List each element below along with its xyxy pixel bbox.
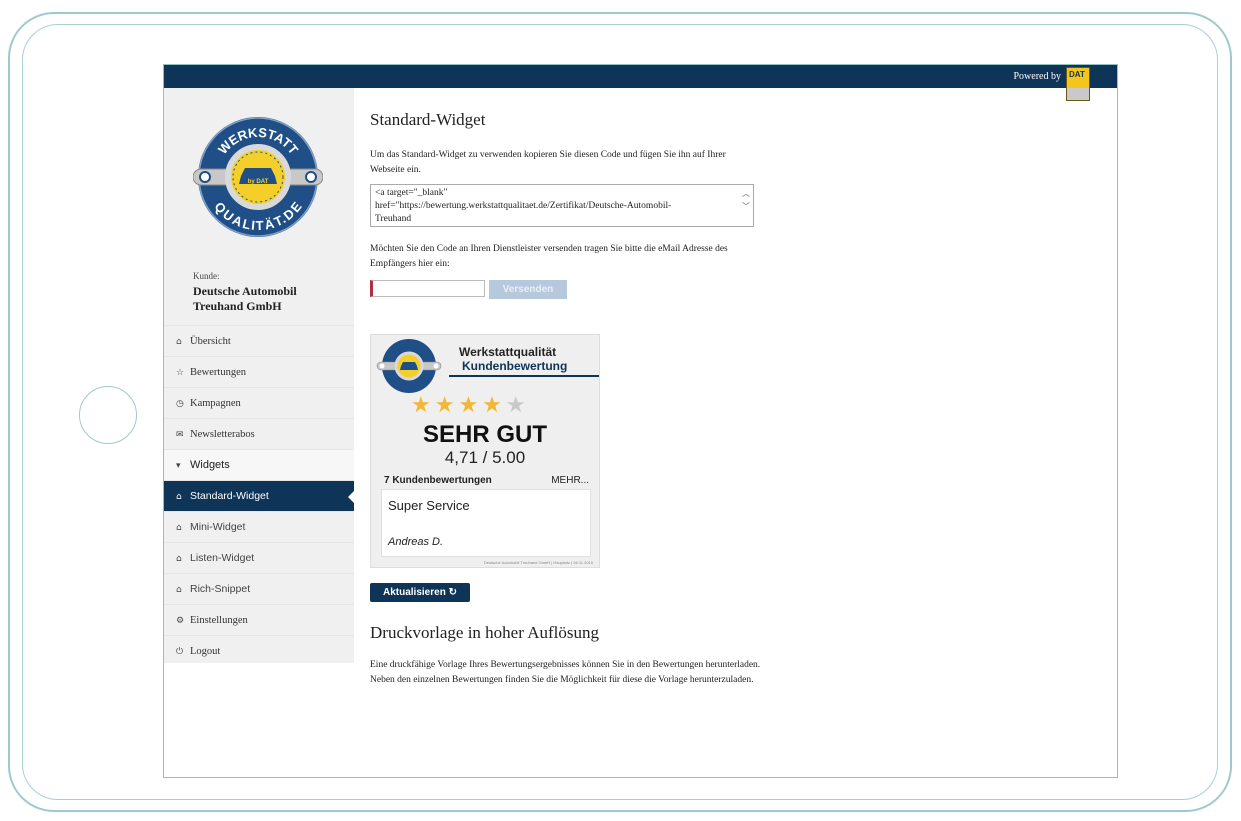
sidebar-item-label: Bewertungen (190, 367, 246, 378)
send-button[interactable]: Versenden (489, 280, 567, 299)
sidebar-item-standard-widget[interactable]: ⌂ Standard-Widget (164, 480, 355, 511)
chevron-up-icon[interactable]: ︿ (742, 187, 750, 200)
rating-verdict: SEHR GUT (422, 421, 547, 448)
power-icon: ⏻ (176, 647, 184, 657)
filled-stars: ★★★★ (411, 393, 506, 418)
sidebar-item-widgets[interactable]: ▾ Widgets (164, 449, 354, 480)
caret-down-icon: ▾ (176, 461, 181, 471)
sidebar-item-label: Logout (190, 646, 221, 657)
sidebar-item-label: Mini-Widget (190, 521, 246, 533)
sidebar-nav: ⌂ Übersicht ☆ Bewertungen ◷ Kampagnen ✉ News… (164, 325, 355, 666)
top-bar: Powered by DAT (164, 65, 1117, 101)
sidebar-item-newsletterabos[interactable]: ✉ Newsletterabos (164, 418, 354, 449)
page-title: Standard-Widget (370, 110, 486, 129)
more-link[interactable]: MEHR... (551, 475, 589, 486)
tablet-screen: Powered by DAT by DAT WERKSTATT QUALITÄT… (163, 64, 1118, 778)
envelope-icon: ✉ (176, 430, 184, 440)
recipient-email-input[interactable] (370, 280, 485, 297)
send-instructions: Möchten Sie den Code an Ihren Dienstleis… (370, 244, 728, 269)
sidebar-item-rich-snippet[interactable]: ⌂ Rich-Snippet (164, 573, 354, 604)
sidebar-item-listen-widget[interactable]: ⌂ Listen-Widget (164, 542, 354, 573)
werkstatt-badge-icon (376, 339, 442, 393)
customer-label: Kunde: (193, 271, 220, 281)
rating-widget-preview[interactable]: Werkstattqualität Kundenbewertung ★★★★★ … (370, 334, 600, 568)
refresh-icon: ↻ (448, 587, 457, 598)
home-icon: ⌂ (176, 492, 182, 502)
werkstatt-logo: by DAT WERKSTATT QUALITÄT.DE (192, 114, 324, 240)
sidebar-item-kampagnen[interactable]: ◷ Kampagnen (164, 387, 354, 418)
widget-title-line2: Kundenbewertung (462, 359, 568, 373)
sidebar: by DAT WERKSTATT QUALITÄT.DE Kunde: Deut… (164, 88, 355, 666)
sidebar-item-label: Listen-Widget (190, 552, 255, 564)
sidebar-item-label: Standard-Widget (190, 490, 269, 502)
sidebar-item-einstellungen[interactable]: ⚙ Einstellungen (164, 604, 354, 635)
code-line: <a target="_blank" (375, 188, 448, 198)
partial-star: ★ (505, 393, 530, 418)
intro-text: Um das Standard-Widget zu verwenden kopi… (370, 150, 726, 175)
textarea-scrollbar[interactable]: ︿ ﹀ (742, 187, 750, 213)
powered-by-label: Powered by (1013, 71, 1062, 82)
review-card: Super Service Andreas D. (381, 489, 591, 557)
review-text: Super Service (388, 498, 470, 513)
sidebar-item-logout[interactable]: ⏻ Logout (164, 635, 354, 666)
review-count: 7 Kundenbewertungen (384, 475, 492, 486)
customer-name: Deutsche Automobil Treuhand GmbH (193, 284, 297, 313)
home-icon: ⌂ (176, 523, 182, 533)
gear-icon: ⚙ (176, 616, 185, 626)
star-outline-icon: ☆ (176, 368, 185, 378)
sidebar-item-label: Übersicht (190, 336, 231, 347)
sidebar-item-label: Kampagnen (190, 398, 241, 409)
review-author: Andreas D. (388, 536, 444, 548)
widget-logo (373, 337, 449, 395)
update-button-label: Aktualisieren (383, 587, 446, 598)
sidebar-item-bewertungen[interactable]: ☆ Bewertungen (164, 356, 354, 387)
sidebar-item-mini-widget[interactable]: ⌂ Mini-Widget (164, 511, 354, 542)
widget-title-line1: Werkstattqualität (459, 345, 557, 359)
werkstatt-badge-icon: by DAT WERKSTATT QUALITÄT.DE (192, 117, 324, 237)
rating-score: 4,71 / 5.00 (444, 448, 526, 467)
sidebar-item-label: Rich-Snippet (190, 583, 251, 595)
embed-code-textarea[interactable]: <a target="_blank" href="https://bewertu… (370, 184, 754, 227)
print-section-text: Eine druckfähige Vorlage Ihres Bewertung… (370, 660, 761, 685)
sidebar-item-label: Einstellungen (190, 615, 248, 626)
home-icon: ⌂ (176, 337, 182, 347)
active-indicator-arrow (348, 490, 355, 504)
widget-footer: Deutsche Automobil Treuhand GmbH | Haupt… (483, 560, 593, 565)
home-icon: ⌂ (176, 554, 182, 564)
code-line: Treuhand (375, 214, 412, 224)
dat-logo-text: DAT (1069, 70, 1085, 79)
home-icon: ⌂ (176, 585, 182, 595)
dat-logo-band (1067, 88, 1089, 100)
dat-logo[interactable]: DAT (1066, 67, 1090, 101)
sidebar-item-label: Widgets (190, 459, 230, 471)
sidebar-item-uebersicht[interactable]: ⌂ Übersicht (164, 325, 354, 356)
clock-icon: ◷ (176, 399, 184, 409)
code-line: href="https://bewertung.werkstattqualita… (375, 201, 672, 211)
chevron-down-icon[interactable]: ﹀ (742, 200, 750, 213)
widget-title-underline (449, 375, 599, 377)
print-section-title: Druckvorlage in hoher Auflösung (370, 623, 599, 642)
svg-text:by DAT: by DAT (248, 179, 269, 185)
star-rating: ★★★★★ (411, 393, 530, 418)
update-button[interactable]: Aktualisieren ↻ (370, 583, 470, 602)
tablet-home-button (79, 386, 137, 444)
sidebar-item-label: Newsletterabos (190, 429, 255, 440)
